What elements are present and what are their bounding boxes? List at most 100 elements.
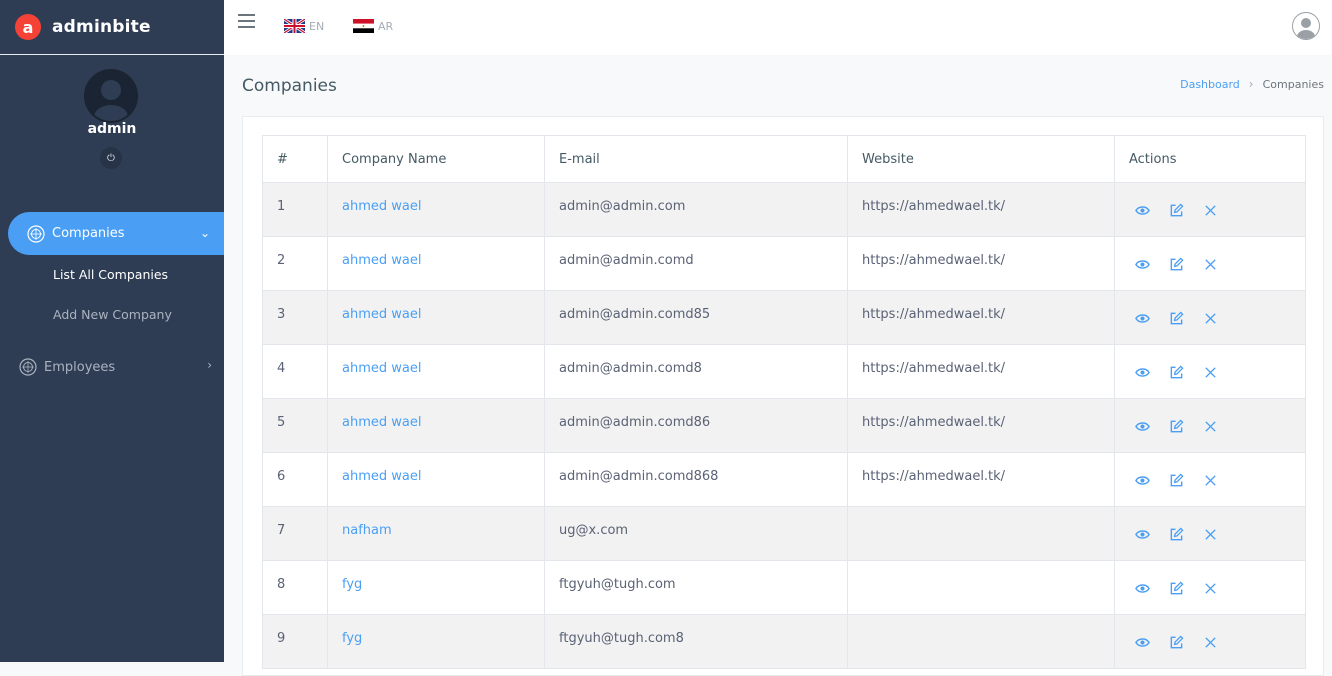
- avatar[interactable]: [84, 69, 138, 123]
- companies-card: # Company Name E-mail Website Actions 1 …: [242, 116, 1324, 676]
- row-number: 7: [262, 506, 328, 561]
- table-row: 9 fyg ftgyuh@tugh.com8: [262, 614, 1306, 669]
- column-header-email: E-mail: [544, 135, 848, 183]
- company-name-link[interactable]: fyg: [327, 560, 545, 615]
- logo-bar[interactable]: a adminbite: [0, 0, 224, 55]
- egypt-flag-icon: [353, 19, 374, 33]
- view-icon[interactable]: [1135, 473, 1150, 488]
- company-email: admin@admin.comd868: [544, 452, 848, 507]
- chevron-down-icon: ⌄: [199, 226, 210, 240]
- edit-icon[interactable]: [1169, 473, 1184, 488]
- menu-toggle-icon[interactable]: [238, 14, 255, 28]
- table-row: 8 fyg ftgyuh@tugh.com: [262, 560, 1306, 615]
- edit-icon[interactable]: [1169, 311, 1184, 326]
- delete-icon[interactable]: [1203, 527, 1218, 542]
- row-actions: [1114, 182, 1306, 237]
- delete-icon[interactable]: [1203, 257, 1218, 272]
- row-number: 2: [262, 236, 328, 291]
- sidebar-item-companies[interactable]: Companies ⌄: [8, 212, 224, 255]
- table-row: 1 ahmed wael admin@admin.com https://ahm…: [262, 182, 1306, 237]
- row-actions: [1114, 560, 1306, 615]
- view-icon[interactable]: [1135, 419, 1150, 434]
- chevron-right-icon: ›: [207, 358, 212, 372]
- delete-icon[interactable]: [1203, 419, 1218, 434]
- breadcrumb-current: Companies: [1262, 77, 1324, 91]
- company-website: https://ahmedwael.tk/: [847, 182, 1115, 237]
- company-email: admin@admin.com: [544, 182, 848, 237]
- row-actions: [1114, 236, 1306, 291]
- power-icon[interactable]: ⏻: [100, 147, 122, 169]
- view-icon[interactable]: [1135, 527, 1150, 542]
- uk-flag-icon: [284, 19, 305, 33]
- delete-icon[interactable]: [1203, 581, 1218, 596]
- row-number: 4: [262, 344, 328, 399]
- company-name-link[interactable]: ahmed wael: [327, 344, 545, 399]
- company-email: ftgyuh@tugh.com8: [544, 614, 848, 669]
- sidebar: a adminbite admin ⏻ Companies ⌄ List All…: [0, 0, 224, 662]
- edit-icon[interactable]: [1169, 527, 1184, 542]
- column-header-number: #: [262, 135, 328, 183]
- company-email: admin@admin.comd85: [544, 290, 848, 345]
- table-row: 7 nafham ug@x.com: [262, 506, 1306, 561]
- brand-name: adminbite: [52, 17, 151, 37]
- company-email: admin@admin.comd86: [544, 398, 848, 453]
- company-name-link[interactable]: ahmed wael: [327, 398, 545, 453]
- brand-logo-icon: a: [15, 14, 41, 40]
- row-number: 3: [262, 290, 328, 345]
- company-name-link[interactable]: ahmed wael: [327, 452, 545, 507]
- view-icon[interactable]: [1135, 581, 1150, 596]
- delete-icon[interactable]: [1203, 473, 1218, 488]
- edit-icon[interactable]: [1169, 203, 1184, 218]
- view-icon[interactable]: [1135, 311, 1150, 326]
- company-email: admin@admin.comd8: [544, 344, 848, 399]
- delete-icon[interactable]: [1203, 365, 1218, 380]
- company-name-link[interactable]: ahmed wael: [327, 182, 545, 237]
- company-website: https://ahmedwael.tk/: [847, 290, 1115, 345]
- companies-icon: [27, 224, 45, 243]
- column-header-company-name: Company Name: [327, 135, 545, 183]
- company-website: [847, 560, 1115, 615]
- company-website: https://ahmedwael.tk/: [847, 236, 1115, 291]
- chevron-right-icon: ›: [1248, 77, 1254, 91]
- row-actions: [1114, 506, 1306, 561]
- company-name-link[interactable]: ahmed wael: [327, 236, 545, 291]
- view-icon[interactable]: [1135, 635, 1150, 650]
- edit-icon[interactable]: [1169, 635, 1184, 650]
- row-number: 9: [262, 614, 328, 669]
- company-name-link[interactable]: fyg: [327, 614, 545, 669]
- page-title: Companies: [242, 76, 337, 96]
- language-en[interactable]: EN: [284, 19, 324, 33]
- delete-icon[interactable]: [1203, 311, 1218, 326]
- sidebar-item-label: Companies: [52, 226, 125, 241]
- language-ar[interactable]: AR: [353, 19, 393, 33]
- company-name-link[interactable]: ahmed wael: [327, 290, 545, 345]
- table-row: 6 ahmed wael admin@admin.comd868 https:/…: [262, 452, 1306, 507]
- company-email: ug@x.com: [544, 506, 848, 561]
- delete-icon[interactable]: [1203, 635, 1218, 650]
- column-header-actions: Actions: [1114, 135, 1306, 183]
- view-icon[interactable]: [1135, 257, 1150, 272]
- delete-icon[interactable]: [1203, 203, 1218, 218]
- sidebar-subitem-list-companies[interactable]: List All Companies: [53, 267, 168, 282]
- company-website: https://ahmedwael.tk/: [847, 398, 1115, 453]
- edit-icon[interactable]: [1169, 365, 1184, 380]
- edit-icon[interactable]: [1169, 581, 1184, 596]
- user-avatar-icon[interactable]: [1292, 12, 1320, 40]
- view-icon[interactable]: [1135, 203, 1150, 218]
- edit-icon[interactable]: [1169, 419, 1184, 434]
- edit-icon[interactable]: [1169, 257, 1184, 272]
- view-icon[interactable]: [1135, 365, 1150, 380]
- row-number: 6: [262, 452, 328, 507]
- company-website: https://ahmedwael.tk/: [847, 452, 1115, 507]
- row-actions: [1114, 614, 1306, 669]
- breadcrumb-dashboard-link[interactable]: Dashboard: [1180, 78, 1240, 91]
- company-name-link[interactable]: nafham: [327, 506, 545, 561]
- language-code: AR: [378, 19, 394, 33]
- company-website: [847, 614, 1115, 669]
- sidebar-subitem-add-company[interactable]: Add New Company: [53, 307, 172, 322]
- companies-table: # Company Name E-mail Website Actions 1 …: [262, 135, 1306, 669]
- row-actions: [1114, 344, 1306, 399]
- sidebar-item-employees[interactable]: Employees ›: [19, 356, 224, 378]
- profile-name: admin: [87, 121, 137, 137]
- company-email: ftgyuh@tugh.com: [544, 560, 848, 615]
